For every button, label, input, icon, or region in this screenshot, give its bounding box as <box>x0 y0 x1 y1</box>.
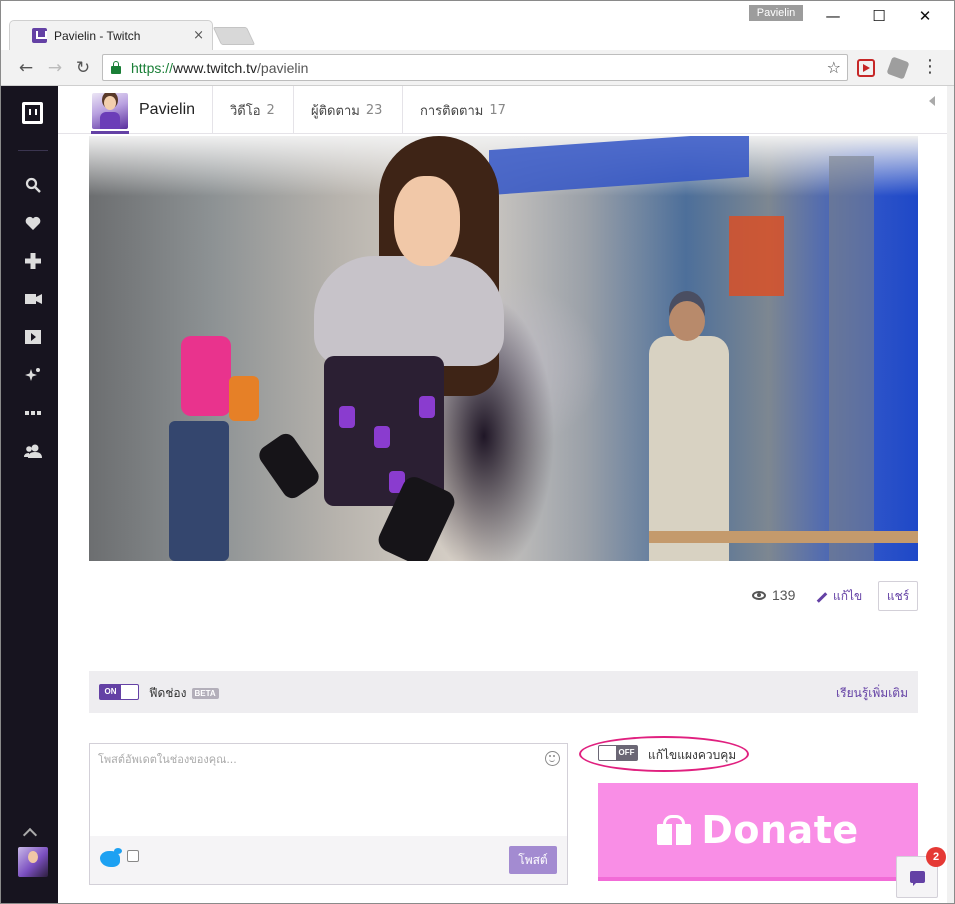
edit-panels-label: แก้ไขแผงควบคุม <box>648 748 737 762</box>
channel-nav: Pavielin วิดีโอ 2 ผู้ติดตาม 23 การติดตาม 17 <box>58 86 947 134</box>
emoji-icon[interactable] <box>545 751 560 766</box>
pencil-icon <box>816 592 828 603</box>
close-window-icon[interactable]: ✕ <box>911 5 939 27</box>
view-count: 139 <box>752 587 795 603</box>
feed-label: ฟีดช่อง BETA <box>149 684 219 703</box>
share-to-twitter-checkbox[interactable] <box>127 850 139 862</box>
channel-feed-bar: ON ฟีดช่อง BETA เรียนรู้เพิ่มเติม <box>89 671 918 713</box>
search-icon[interactable] <box>24 176 42 194</box>
friends-icon[interactable] <box>24 442 42 460</box>
chat-button[interactable]: 2 <box>896 847 946 898</box>
collapse-caret-icon[interactable] <box>929 96 935 106</box>
minimize-icon[interactable]: — <box>819 5 847 27</box>
feed-toggle-state: ON <box>100 685 121 699</box>
user-avatar[interactable] <box>18 847 48 877</box>
twitter-icon <box>100 848 122 867</box>
url-text: https://www.twitch.tv/pavielin <box>131 59 309 76</box>
beta-badge: BETA <box>191 688 219 699</box>
tab-followers[interactable]: ผู้ติดตาม 23 <box>293 86 402 134</box>
tab-following[interactable]: การติดตาม 17 <box>402 86 532 134</box>
twitch-logo-icon[interactable] <box>22 102 43 124</box>
tab-followers-label: ผู้ติดตาม <box>311 103 360 119</box>
bookmark-star-icon[interactable]: ☆ <box>827 58 841 77</box>
maximize-icon[interactable]: ☐ <box>865 5 893 27</box>
tab-following-label: การติดตาม <box>420 103 484 119</box>
tab-videos-label: วิดีโอ <box>230 103 261 119</box>
rail-divider <box>18 150 48 151</box>
page-scrollbar[interactable] <box>947 86 954 903</box>
tab-videos-count: 2 <box>266 102 275 118</box>
new-tab-button[interactable] <box>212 27 256 45</box>
donate-label: Donate <box>701 808 859 852</box>
left-rail <box>1 86 58 903</box>
feed-toggle[interactable]: ON <box>99 684 139 700</box>
rail-collapse-chevron-icon[interactable] <box>22 827 38 843</box>
edit-panels-toggle[interactable]: OFF <box>598 745 638 761</box>
tab-followers-count: 23 <box>365 102 383 118</box>
learn-more-link[interactable]: เรียนรู้เพิ่มเติม <box>836 684 908 703</box>
tab-videos[interactable]: วิดีโอ 2 <box>212 86 293 134</box>
browser-window: Pavielin - Twitch × Pavielin — ☐ ✕ ← → ↻… <box>0 0 955 904</box>
profile-name-chip[interactable]: Pavielin <box>749 5 803 21</box>
heart-icon[interactable] <box>24 214 42 232</box>
reload-icon[interactable]: ↻ <box>72 58 94 78</box>
tab-following-count: 17 <box>489 102 506 118</box>
gift-icon <box>657 815 692 845</box>
browser-tab[interactable]: Pavielin - Twitch × <box>9 20 213 50</box>
gamepad-icon[interactable] <box>24 252 42 270</box>
donate-panel[interactable]: Donate <box>598 783 918 881</box>
active-nav-indicator <box>91 131 129 134</box>
composer-footer: โพสต์ <box>90 836 567 884</box>
share-button[interactable]: แชร์ <box>878 581 918 611</box>
title-bar: Pavielin - Twitch × Pavielin — ☐ ✕ <box>1 1 954 51</box>
channel-banner-image <box>89 136 918 561</box>
browser-toolbar: ← → ↻ https://www.twitch.tv/pavielin ☆ ⋮ <box>1 50 954 86</box>
lock-icon <box>111 60 121 74</box>
post-input[interactable] <box>90 744 567 836</box>
extension-cube-icon[interactable] <box>886 56 910 80</box>
forward-icon[interactable]: → <box>44 58 66 78</box>
tab-title: Pavielin - Twitch <box>54 28 141 43</box>
channel-name[interactable]: Pavielin <box>139 101 195 119</box>
camera-icon[interactable] <box>24 290 42 308</box>
chat-bubble-icon <box>910 871 925 886</box>
view-count-value: 139 <box>772 587 796 603</box>
more-icon[interactable] <box>24 404 42 422</box>
address-bar[interactable]: https://www.twitch.tv/pavielin ☆ <box>102 54 848 81</box>
chat-notification-badge: 2 <box>926 847 946 867</box>
channel-content: Pavielin วิดีโอ 2 ผู้ติดตาม 23 การติดตาม 17 <box>58 86 947 903</box>
edit-panels-toggle-state: OFF <box>616 746 637 760</box>
tab-close-icon[interactable]: × <box>193 28 204 43</box>
eye-icon <box>752 590 766 600</box>
channel-stats: 139 แก้ไข แชร์ <box>58 581 947 611</box>
extension-play-icon[interactable] <box>857 59 875 77</box>
post-button[interactable]: โพสต์ <box>509 846 557 874</box>
edit-link[interactable]: แก้ไข <box>816 587 862 606</box>
edit-label: แก้ไข <box>833 589 863 603</box>
post-composer: โพสต์ <box>89 743 568 885</box>
twitch-favicon-icon <box>32 28 47 43</box>
channel-avatar[interactable] <box>92 93 128 129</box>
panel-control-row: OFF แก้ไขแผงควบคุม <box>579 736 749 772</box>
sparkle-icon[interactable] <box>24 366 42 384</box>
play-icon[interactable] <box>24 328 42 346</box>
back-icon[interactable]: ← <box>15 58 37 78</box>
browser-menu-icon[interactable]: ⋮ <box>921 56 939 77</box>
